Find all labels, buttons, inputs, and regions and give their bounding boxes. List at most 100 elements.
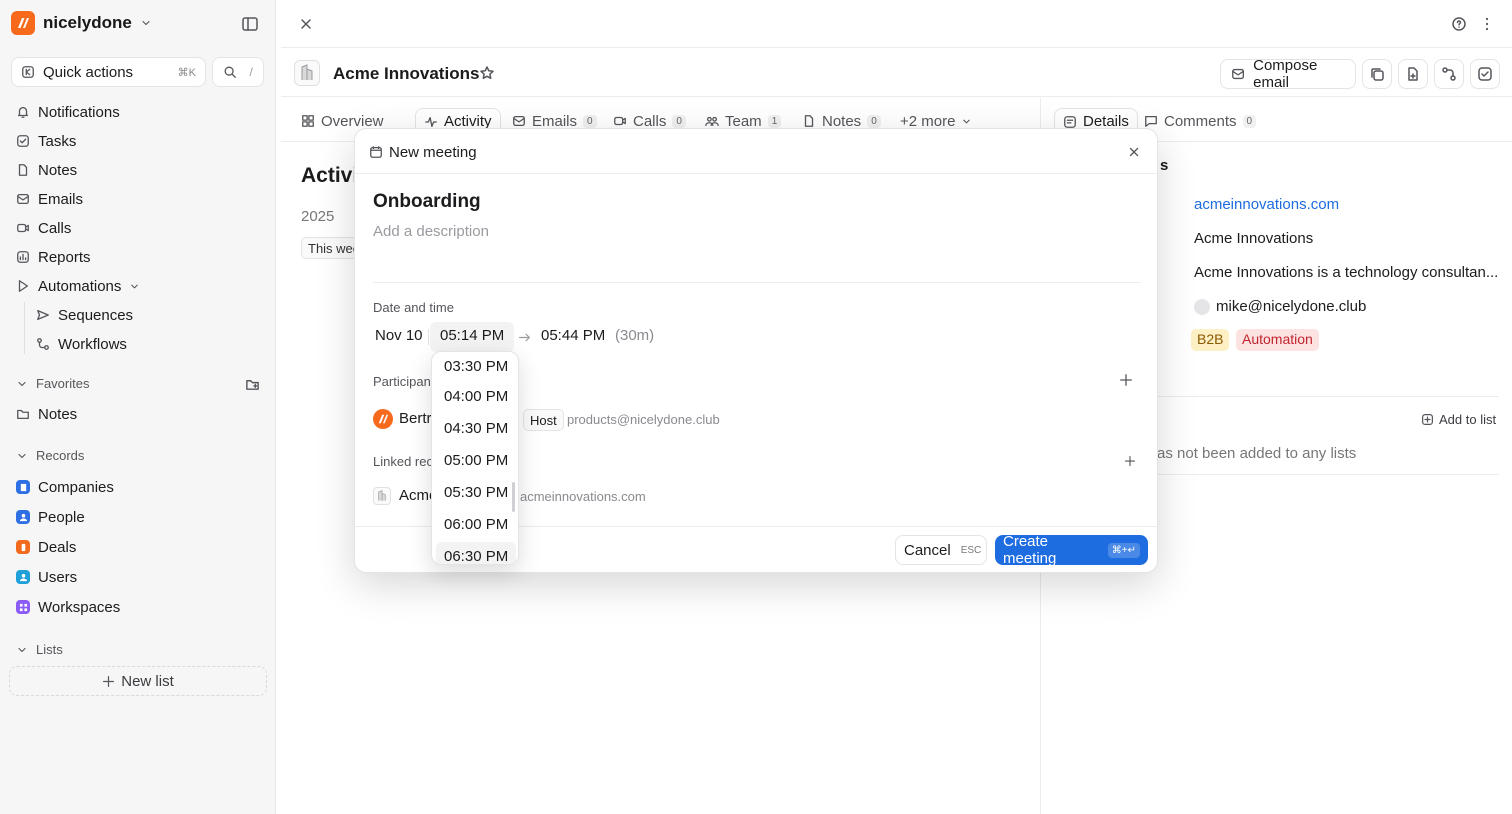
sidebar-item-deals[interactable]: Deals xyxy=(16,536,76,558)
participant-name: Bertr xyxy=(399,410,432,427)
start-time-value: 05:14 PM xyxy=(440,327,505,344)
close-icon[interactable] xyxy=(298,16,314,32)
linked-record-domain: acmeinnovations.com xyxy=(520,489,646,504)
modal-header: New meeting xyxy=(355,129,1157,174)
records-section-header[interactable]: Records xyxy=(16,448,84,463)
sidebar-item-sequences[interactable]: Sequences xyxy=(36,304,133,326)
meeting-description-input[interactable]: Add a description xyxy=(373,223,489,240)
start-time-dropdown[interactable]: 03:30 PM 04:00 PM 04:30 PM 05:00 PM 05:3… xyxy=(431,351,519,565)
sidebar-item-label: Calls xyxy=(38,219,72,237)
sidebar-toggle-icon[interactable] xyxy=(241,15,259,33)
chevron-down-icon xyxy=(18,381,26,386)
note-add-icon xyxy=(1408,67,1418,81)
add-to-list-button[interactable]: Add to list xyxy=(1421,412,1496,427)
sidebar-item-label: Notes xyxy=(38,405,78,423)
meeting-title-input[interactable]: Onboarding xyxy=(373,191,481,213)
host-badge: Host xyxy=(523,409,564,431)
chevron-down-icon xyxy=(963,119,971,123)
activity-year: 2025 xyxy=(301,208,335,225)
copy-button[interactable] xyxy=(1362,59,1392,89)
company-logo xyxy=(294,60,320,86)
create-meeting-label: Create meeting xyxy=(1003,533,1057,567)
dropdown-scrollbar[interactable] xyxy=(512,482,515,512)
sidebar-item-label: Deals xyxy=(38,538,77,556)
add-note-button[interactable] xyxy=(1398,59,1428,89)
arrow-right-icon xyxy=(519,333,530,342)
owner-email-value[interactable]: mike@nicelydone.club xyxy=(1216,298,1366,315)
close-icon[interactable] xyxy=(1127,145,1141,159)
help-icon[interactable] xyxy=(1451,16,1467,32)
sidebar-item-workflows[interactable]: Workflows xyxy=(36,333,127,355)
more-vertical-icon[interactable] xyxy=(1479,16,1495,32)
sidebar-item-tasks[interactable]: Tasks xyxy=(16,130,76,152)
date-picker[interactable]: Nov 10 xyxy=(375,327,423,344)
sidebar-item-users[interactable]: Users xyxy=(16,566,77,588)
sidebar-item-favorite-notes[interactable]: Notes xyxy=(16,403,77,425)
quick-actions-button[interactable]: Quick actions ⌘K xyxy=(11,57,206,87)
grid-icon xyxy=(16,600,30,614)
cancel-button[interactable]: Cancel ESC xyxy=(895,535,987,565)
time-option[interactable]: 05:00 PM xyxy=(436,446,516,474)
quick-actions-label: Quick actions xyxy=(43,63,134,81)
sidebar-item-emails[interactable]: Emails xyxy=(16,188,83,210)
workspace-name: nicelydone xyxy=(43,13,132,32)
sidebar-item-calls[interactable]: Calls xyxy=(16,217,71,239)
tag-automation[interactable]: Automation xyxy=(1236,329,1319,351)
create-meeting-button[interactable]: Create meeting ⌘+↵ xyxy=(995,533,1148,567)
add-task-button[interactable] xyxy=(1470,59,1500,89)
workspace-logo-icon xyxy=(11,11,35,35)
sidebar-item-label: Emails xyxy=(38,190,84,208)
folder-add-icon[interactable] xyxy=(245,377,260,392)
time-option[interactable]: 06:00 PM xyxy=(436,510,516,538)
workspace-switcher[interactable]: nicelydone xyxy=(11,11,152,35)
add-participant-icon[interactable] xyxy=(1119,373,1133,387)
sidebar-item-companies[interactable]: Companies xyxy=(16,476,114,498)
divider xyxy=(373,282,1141,283)
details-section-heading: s xyxy=(1160,157,1169,174)
tab-label: Calls xyxy=(633,112,667,130)
list-add-icon xyxy=(1422,414,1433,425)
bell-icon xyxy=(17,106,29,118)
tab-comments[interactable]: Comments 0 xyxy=(1144,108,1257,134)
new-list-button[interactable]: New list xyxy=(9,666,267,696)
sidebar-item-automations[interactable]: Automations xyxy=(16,275,140,297)
merge-button[interactable] xyxy=(1434,59,1464,89)
cancel-shortcut: ESC xyxy=(960,544,982,556)
company-name-value: Acme Innovations xyxy=(1194,230,1314,247)
folder-icon xyxy=(17,409,29,420)
sidebar-item-reports[interactable]: Reports xyxy=(16,246,91,268)
sidebar-item-people[interactable]: People xyxy=(16,506,85,528)
sidebar-item-notes[interactable]: Notes xyxy=(16,159,77,181)
record-title: Acme Innovations xyxy=(333,64,480,83)
tab-label: +2 more xyxy=(900,112,956,130)
sidebar-item-notifications[interactable]: Notifications xyxy=(16,101,120,123)
time-option[interactable]: 04:00 PM xyxy=(436,382,516,410)
time-option[interactable]: 05:30 PM xyxy=(436,478,516,506)
tab-label: Team xyxy=(725,112,762,130)
favorites-section-header[interactable]: Favorites xyxy=(16,376,89,391)
team-icon xyxy=(705,116,719,127)
lists-section-header[interactable]: Lists xyxy=(16,642,63,657)
activity-icon xyxy=(425,116,437,127)
time-option[interactable]: 04:30 PM xyxy=(436,414,516,442)
send-icon xyxy=(37,309,49,321)
chevron-down-icon xyxy=(142,20,150,26)
star-icon[interactable] xyxy=(479,65,495,81)
mail-icon xyxy=(513,115,525,127)
time-option[interactable]: 03:30 PM xyxy=(436,352,516,380)
sidebar-item-workspaces[interactable]: Workspaces xyxy=(16,596,120,618)
chevron-down-icon xyxy=(18,453,26,458)
time-option[interactable]: 06:30 PM xyxy=(436,542,516,564)
tag-b2b[interactable]: B2B xyxy=(1191,329,1230,351)
add-linked-record-icon[interactable] xyxy=(1124,455,1136,467)
search-button[interactable]: / xyxy=(212,57,264,87)
domain-link[interactable]: acmeinnovations.com xyxy=(1194,196,1339,213)
grid-icon xyxy=(302,115,314,127)
participants-label: Participant xyxy=(373,374,435,389)
compose-email-button[interactable]: Compose email xyxy=(1220,57,1356,91)
end-time-picker[interactable]: 05:44 PM xyxy=(541,327,605,344)
command-icon xyxy=(22,66,34,78)
lists-empty-text: as not been added to any lists xyxy=(1157,445,1357,462)
compose-email-label: Compose email xyxy=(1253,57,1318,91)
activity-heading: Activi xyxy=(301,164,359,187)
